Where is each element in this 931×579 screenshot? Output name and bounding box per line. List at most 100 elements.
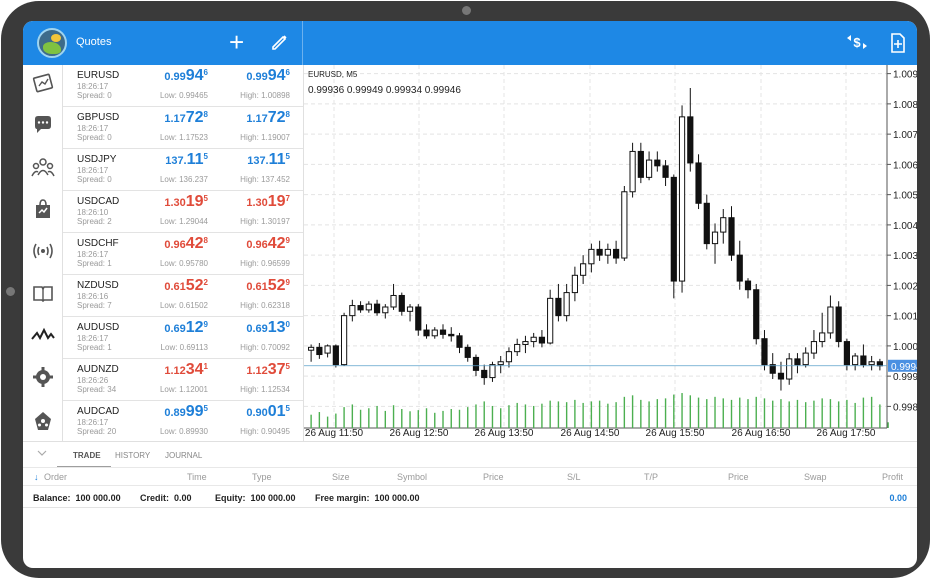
ask-price-fraction: 5 <box>285 404 290 413</box>
y-tick-label: 0.99805 <box>893 402 917 413</box>
col-swap[interactable]: Swap <box>804 472 827 482</box>
col-profit[interactable]: Profit <box>882 472 903 482</box>
equity-value: 100 000.00 <box>250 493 296 503</box>
free-margin-label: Free margin: <box>315 493 370 503</box>
col-order[interactable]: Order <box>44 472 67 482</box>
quote-row-usdcad[interactable]: USDCAD 18:26:10 Spread: 2 1.30195 1.30197 Low… <box>63 191 303 233</box>
svg-text:$: $ <box>853 35 861 50</box>
price-chart[interactable]: 1.00960 1.00855 1.00750 1.00645 1.00540 1.004… <box>304 65 917 441</box>
add-symbol-button[interactable]: + <box>229 29 244 55</box>
col-current-price[interactable]: Price <box>728 472 749 482</box>
ask-price-prefix: 0.96 <box>246 239 268 251</box>
nav-chart[interactable] <box>29 321 57 349</box>
y-tick-label: 1.00015 <box>893 342 917 353</box>
balance-value: 100 000.00 <box>75 493 121 503</box>
quote-low: Low: 1.12001 <box>159 385 208 394</box>
candle-bullish <box>514 343 521 353</box>
ask-price-pips: 52 <box>267 277 286 294</box>
quote-symbol: USDCAD <box>77 196 120 207</box>
tab-journal[interactable]: JOURNAL <box>165 451 202 460</box>
bid-price-fraction: 5 <box>203 194 208 203</box>
tab-history[interactable]: HISTORY <box>115 451 150 460</box>
col-symbol[interactable]: Symbol <box>397 472 427 482</box>
tablet-frame: Quotes + $ EURUSD 18:26:17 Spread: 0 0.9… <box>1 1 930 578</box>
quote-low: Low: 1.29044 <box>159 217 208 226</box>
quote-row-usdjpy[interactable]: USDJPY 18:26:17 Spread: 0 137.115 137.115 Low… <box>63 149 303 191</box>
nav-market[interactable] <box>29 195 57 223</box>
nav-community[interactable] <box>29 153 57 181</box>
tab-trade[interactable]: TRADE <box>73 451 101 460</box>
candle-bullish <box>431 329 438 337</box>
trade-button[interactable]: $ <box>845 32 869 57</box>
col-tp[interactable]: T/P <box>644 472 658 482</box>
credit-summary: Credit: 0.00 <box>140 493 192 503</box>
ask-price-prefix: 1.17 <box>246 113 268 125</box>
candle-bullish <box>802 352 809 366</box>
nav-traders[interactable] <box>29 407 57 435</box>
ask-price-pips: 94 <box>267 67 286 84</box>
ask-price-prefix: 1.12 <box>246 365 268 377</box>
quote-row-nzdusd[interactable]: NZDUSD 18:26:16 Spread: 7 0.61522 0.61529 Low… <box>63 275 303 317</box>
quote-row-audusd[interactable]: AUDUSD 18:26:17 Spread: 1 0.69129 0.69130 Low… <box>63 317 303 359</box>
candle-bullish <box>720 217 727 233</box>
equity-summary: Equity: 100 000.00 <box>215 493 296 503</box>
nav-signals[interactable] <box>29 237 57 265</box>
bid-price-pips: 11 <box>186 151 204 168</box>
quote-low: Low: 0.89930 <box>159 427 208 436</box>
y-tick-label: 0.99910 <box>893 372 917 383</box>
ask-price-fraction: 9 <box>285 236 290 245</box>
nav-chat[interactable] <box>29 111 57 139</box>
candle-bullish <box>547 297 554 344</box>
col-sl[interactable]: S/L <box>567 472 581 482</box>
candle-bearish <box>753 289 760 340</box>
candle-bullish <box>868 361 875 366</box>
quotes-list: EURUSD 18:26:17 Spread: 0 0.99946 0.99946 Low… <box>63 65 304 441</box>
quote-high: High: 1.30197 <box>240 217 290 226</box>
chevron-down-icon[interactable] <box>37 448 47 458</box>
y-tick-label: 1.00750 <box>893 130 917 141</box>
col-size[interactable]: Size <box>332 472 350 482</box>
candle-bearish <box>613 248 620 259</box>
bid-price: 0.96428 <box>130 235 208 253</box>
candle-bullish <box>563 292 570 317</box>
quote-high: High: 1.19007 <box>240 133 290 142</box>
candle-bearish <box>373 303 381 314</box>
candle-bearish <box>687 116 694 164</box>
home-button[interactable] <box>6 287 15 296</box>
chart-canvas[interactable]: 1.00960 1.00855 1.00750 1.00645 1.00540 1.004… <box>304 65 917 441</box>
edit-button[interactable] <box>270 32 290 57</box>
quote-spread: Spread: 7 <box>77 301 112 310</box>
y-tick-label: 1.00855 <box>893 100 917 111</box>
col-price[interactable]: Price <box>483 472 504 482</box>
bid-price-prefix: 0.96 <box>164 239 186 251</box>
nav-journal[interactable] <box>29 279 57 307</box>
current-price-label: 0.99946 <box>891 362 917 373</box>
bid-price-prefix: 0.89 <box>164 407 186 419</box>
ask-price-fraction: 5 <box>285 152 290 161</box>
candle-bearish <box>777 372 785 380</box>
quote-row-audcad[interactable]: AUDCAD 18:26:17 Spread: 20 0.89995 0.90015 Lo… <box>63 401 303 441</box>
quote-row-usdchf[interactable]: USDCHF 18:26:17 Spread: 1 0.96428 0.96429 Low… <box>63 233 303 275</box>
quote-row-eurusd[interactable]: EURUSD 18:26:17 Spread: 0 0.99946 0.99946 Low… <box>63 65 303 107</box>
col-type[interactable]: Type <box>252 472 272 482</box>
quote-row-audnzd[interactable]: AUDNZD 18:26:26 Spread: 34 1.12341 1.12375 Lo… <box>63 359 303 401</box>
y-tick-label: 1.00645 <box>893 160 917 171</box>
ask-price-fraction: 7 <box>285 194 290 203</box>
pencil-icon <box>272 35 287 50</box>
candle-bullish <box>827 306 834 334</box>
quotes-book-icon <box>32 73 54 93</box>
ask-price-fraction: 8 <box>285 110 290 119</box>
chart-ohlc-values: 0.99936 0.99949 0.99934 0.99946 <box>308 85 461 96</box>
new-order-button[interactable] <box>889 32 907 59</box>
nav-settings[interactable] <box>29 363 57 391</box>
col-time[interactable]: Time <box>187 472 207 482</box>
ask-price-fraction: 0 <box>285 320 290 329</box>
quote-time: 18:26:16 <box>77 292 109 301</box>
quote-row-gbpusd[interactable]: GBPUSD 18:26:17 Spread: 0 1.17728 1.17728 Low… <box>63 107 303 149</box>
nav-quotes[interactable] <box>29 69 57 97</box>
candle-bearish <box>357 305 364 311</box>
candle-bullish <box>786 358 793 380</box>
sort-arrow-icon[interactable]: ↓ <box>34 472 39 482</box>
candle-bullish <box>505 351 513 363</box>
candle-bullish <box>324 345 331 354</box>
